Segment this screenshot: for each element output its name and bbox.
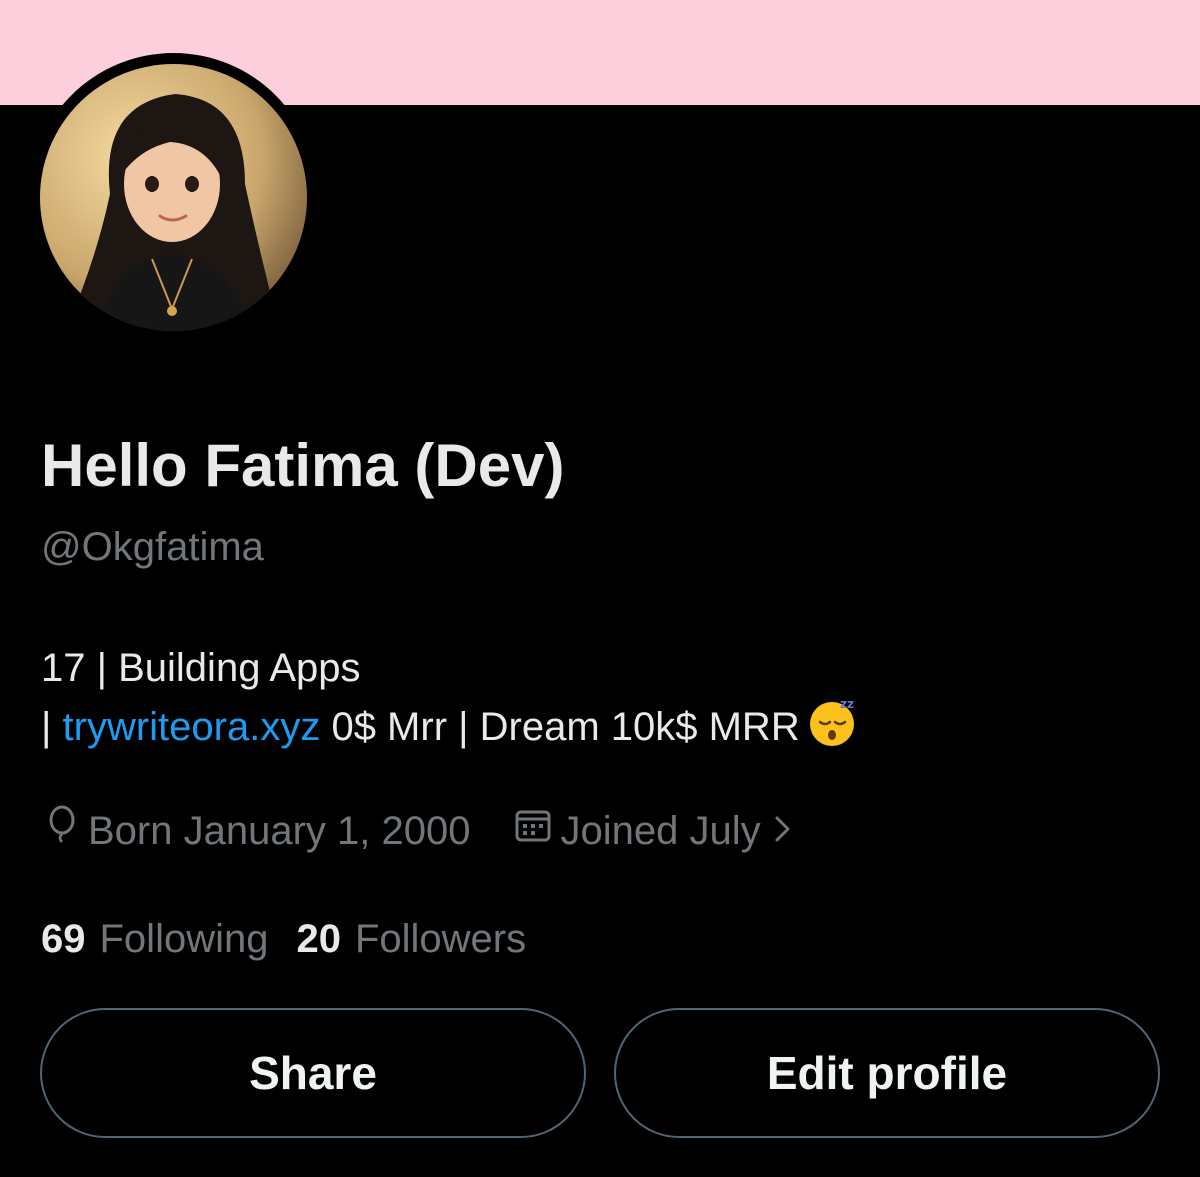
followers-count: 20 — [296, 917, 341, 961]
avatar[interactable] — [40, 64, 307, 331]
chevron-right-icon — [773, 804, 793, 858]
display-name: Hello Fatima (Dev) — [41, 432, 565, 499]
followers-label: Followers — [354, 917, 527, 961]
following-count: 69 — [41, 917, 86, 961]
calendar-icon — [514, 804, 552, 858]
bio-separator: | — [41, 705, 63, 749]
follow-stats: 69 Following 20 Followers — [41, 912, 526, 966]
following-label: Following — [99, 917, 269, 961]
profile-meta: Born January 1, 2000 Joined July — [44, 804, 793, 858]
bio-line-2: | trywriteora.xyz 0$ Mrr | Dream 10k$ MR… — [41, 696, 858, 752]
bio-website-link[interactable]: trywriteora.xyz — [63, 705, 321, 749]
balloon-icon — [44, 804, 80, 858]
avatar-illustration — [40, 64, 307, 331]
joined-text: Joined July — [560, 809, 761, 853]
edit-profile-button[interactable]: Edit profile — [614, 1008, 1160, 1138]
sleeping-face-emoji: zz — [806, 696, 858, 763]
share-button[interactable]: Share — [40, 1008, 586, 1138]
followers-stat[interactable]: 20 Followers — [296, 912, 526, 966]
following-stat[interactable]: 69 Following — [41, 912, 268, 966]
bio-line-1: 17 | Building Apps — [41, 646, 361, 690]
joined-info[interactable]: Joined July — [514, 804, 792, 858]
bio-mrr-text: 0$ Mrr | Dream 10k$ MRR — [320, 705, 800, 749]
bio: 17 | Building Apps | trywriteora.xyz 0$ … — [41, 640, 858, 752]
username-handle: @Okgfatima — [41, 525, 264, 569]
birthday-text: Born January 1, 2000 — [88, 809, 471, 853]
birthday-info: Born January 1, 2000 — [44, 804, 470, 858]
svg-text:zz: zz — [840, 697, 854, 711]
